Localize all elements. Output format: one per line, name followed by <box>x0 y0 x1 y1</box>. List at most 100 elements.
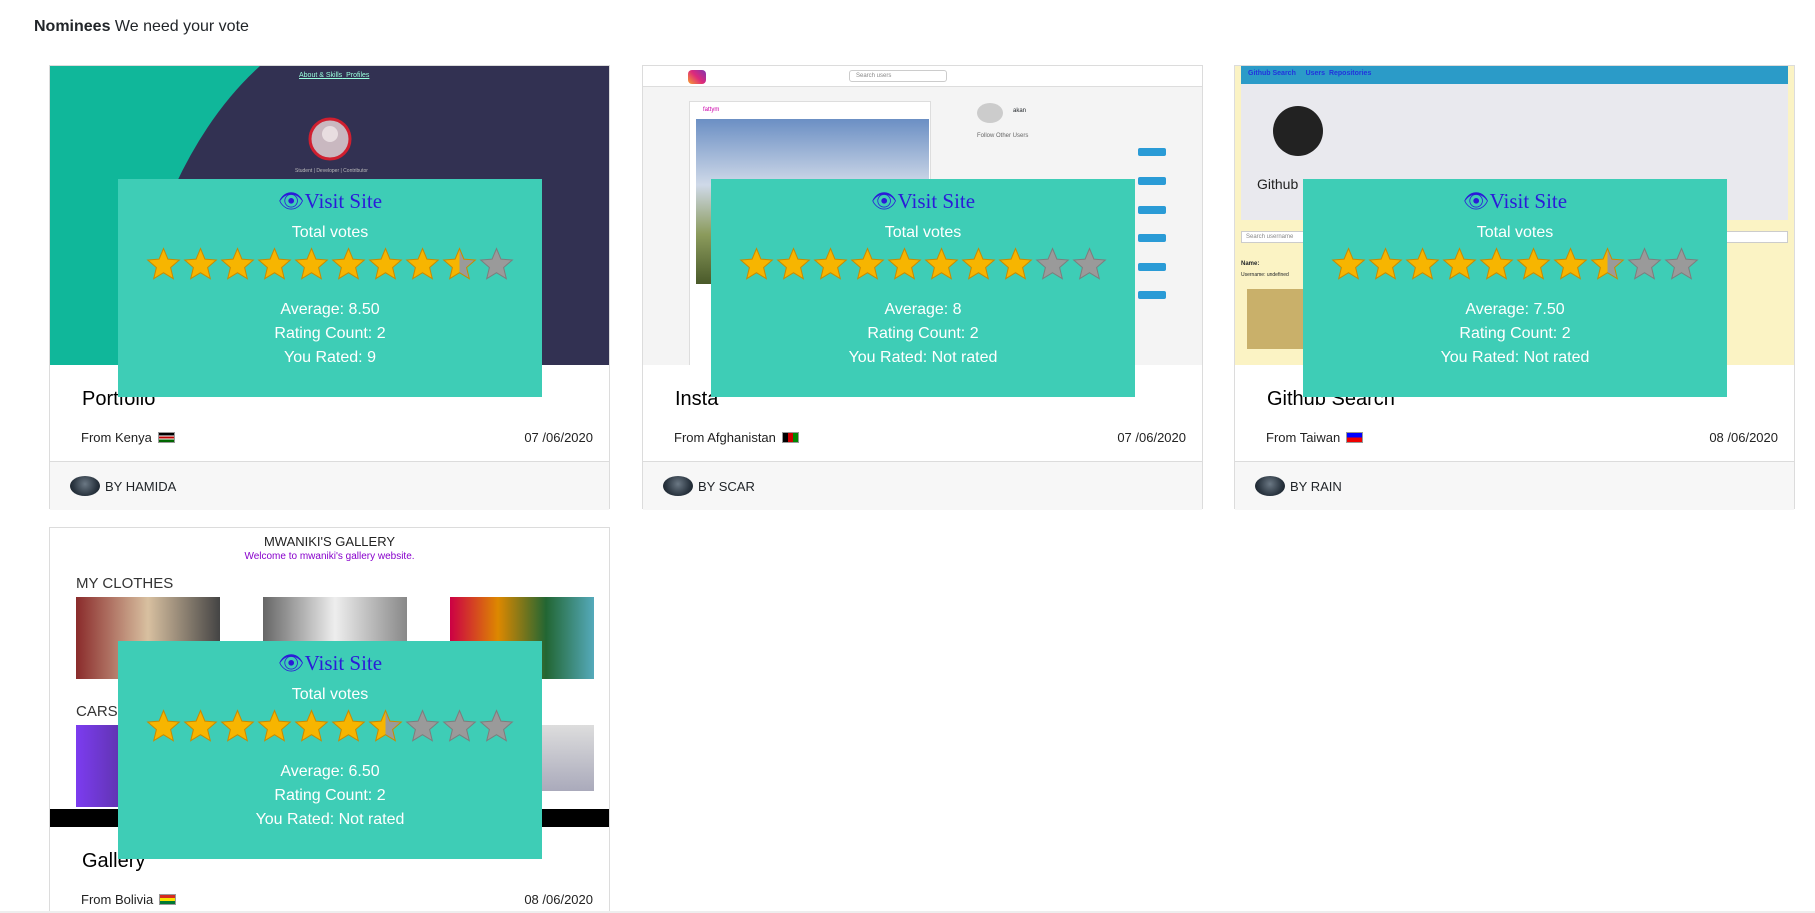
star-icon[interactable] <box>1516 246 1551 282</box>
star-icon[interactable] <box>183 246 218 282</box>
rating-count-text: Rating Count: 2 <box>1459 325 1571 342</box>
star-icon[interactable] <box>1664 246 1699 282</box>
rating-overlay: 👁Visit Site Total votes Average: 8 Ratin… <box>711 179 1135 397</box>
country-label: From Afghanistan <box>674 430 776 445</box>
country-label: From Kenya <box>81 430 152 445</box>
rating-count-text: Rating Count: 2 <box>274 787 386 804</box>
total-votes-label: Total votes <box>884 224 962 241</box>
shot-name: Name: <box>1241 261 1260 267</box>
rating-count-text: Rating Count: 2 <box>274 325 386 342</box>
star-icon[interactable] <box>405 246 440 282</box>
heading-rest: We need your vote <box>110 18 249 35</box>
rating-overlay: 👁Visit Site Total votes Average: 7.50 Ra… <box>1303 179 1727 397</box>
star-icon[interactable] <box>368 708 403 744</box>
star-icon[interactable] <box>479 246 514 282</box>
star-icon[interactable] <box>1331 246 1366 282</box>
you-rated-text: You Rated: Not rated <box>255 811 405 828</box>
star-icon[interactable] <box>479 708 514 744</box>
taiwan-flag-icon <box>1346 432 1364 443</box>
star-icon[interactable] <box>183 708 218 744</box>
shot-user: fattym <box>703 107 720 113</box>
shot-username: Username: undefined <box>1241 272 1289 278</box>
star-icon[interactable] <box>813 246 848 282</box>
visit-site-label: Visit Site <box>1489 189 1568 213</box>
nominee-card: About & Skills Profiles Student | Develo… <box>49 65 610 510</box>
total-votes-label: Total votes <box>291 224 369 241</box>
nominee-country: From Bolivia <box>81 892 177 907</box>
star-icon[interactable] <box>146 246 181 282</box>
shot-section-clothes: MY CLOTHES <box>76 575 174 592</box>
visit-site-link[interactable]: 👁Visit Site <box>1303 189 1727 214</box>
star-icon[interactable] <box>1442 246 1477 282</box>
bolivia-flag-icon <box>159 894 177 905</box>
star-icon[interactable] <box>442 246 477 282</box>
star-icon[interactable] <box>1590 246 1625 282</box>
nominee-card: Github Search Users Repositories Github … <box>1234 65 1795 510</box>
shot-caption: Student | Developer | Contributor <box>295 168 368 174</box>
star-icon[interactable] <box>146 708 181 744</box>
star-icon[interactable] <box>1368 246 1403 282</box>
rating-count-text: Rating Count: 2 <box>867 325 979 342</box>
avatar <box>663 476 693 496</box>
star-rating[interactable] <box>118 708 542 746</box>
rating-overlay: 👁Visit Site Total votes Average: 6.50 Ra… <box>118 641 542 859</box>
nominee-country: From Taiwan <box>1266 430 1364 445</box>
visit-site-link[interactable]: 👁Visit Site <box>118 189 542 214</box>
country-label: From Taiwan <box>1266 430 1341 445</box>
average-text: Average: 8 <box>884 301 962 318</box>
average-text: Average: 7.50 <box>1465 301 1565 318</box>
star-icon[interactable] <box>1405 246 1440 282</box>
visit-site-label: Visit Site <box>897 189 976 213</box>
star-icon[interactable] <box>998 246 1033 282</box>
star-icon[interactable] <box>924 246 959 282</box>
shot-section-cars: CARS <box>76 703 118 720</box>
you-rated-text: You Rated: Not rated <box>848 349 998 366</box>
nominee-date: 08 /06/2020 <box>524 892 593 907</box>
rating-overlay: 👁Visit Site Total votes Average: 8.50 Ra… <box>118 179 542 397</box>
octocat-icon <box>1273 106 1323 156</box>
nominee-country: From Kenya <box>81 430 175 445</box>
shot-nav-profiles: Profiles <box>346 72 370 79</box>
visit-site-link[interactable]: 👁Visit Site <box>118 651 542 676</box>
star-icon[interactable] <box>776 246 811 282</box>
star-icon[interactable] <box>850 246 885 282</box>
star-icon[interactable] <box>1035 246 1070 282</box>
star-icon[interactable] <box>220 246 255 282</box>
eye-icon: 👁 <box>277 189 305 213</box>
author-name: BY HAMIDA <box>105 478 177 494</box>
star-icon[interactable] <box>961 246 996 282</box>
star-icon[interactable] <box>294 708 329 744</box>
you-rated-text: You Rated: Not rated <box>1440 349 1590 366</box>
author-name: BY RAIN <box>1290 478 1342 494</box>
instagram-icon <box>688 70 706 84</box>
star-icon[interactable] <box>294 246 329 282</box>
shot-nav-about: About & Skills <box>299 72 343 79</box>
visit-site-label: Visit Site <box>304 651 383 675</box>
average-text: Average: 8.50 <box>280 301 380 318</box>
star-icon[interactable] <box>1072 246 1107 282</box>
star-rating[interactable] <box>118 246 542 284</box>
star-icon[interactable] <box>368 246 403 282</box>
star-icon[interactable] <box>257 708 292 744</box>
star-icon[interactable] <box>257 246 292 282</box>
star-icon[interactable] <box>739 246 774 282</box>
star-icon[interactable] <box>1553 246 1588 282</box>
avatar <box>1255 476 1285 496</box>
card-footer: BY SCAR <box>643 461 1202 510</box>
star-icon[interactable] <box>1627 246 1662 282</box>
star-icon[interactable] <box>887 246 922 282</box>
visit-site-link[interactable]: 👁Visit Site <box>711 189 1135 214</box>
afghanistan-flag-icon <box>781 432 799 443</box>
star-icon[interactable] <box>442 708 477 744</box>
star-rating[interactable] <box>711 246 1135 284</box>
eye-icon: 👁 <box>1462 189 1490 213</box>
star-icon[interactable] <box>220 708 255 744</box>
star-icon[interactable] <box>1479 246 1514 282</box>
visit-site-label: Visit Site <box>304 189 383 213</box>
star-icon[interactable] <box>331 246 366 282</box>
star-rating[interactable] <box>1303 246 1727 284</box>
shot-heading: MWANIKI'S GALLERY <box>263 534 396 549</box>
star-icon[interactable] <box>331 708 366 744</box>
shot-users: Users <box>1305 70 1326 77</box>
star-icon[interactable] <box>405 708 440 744</box>
